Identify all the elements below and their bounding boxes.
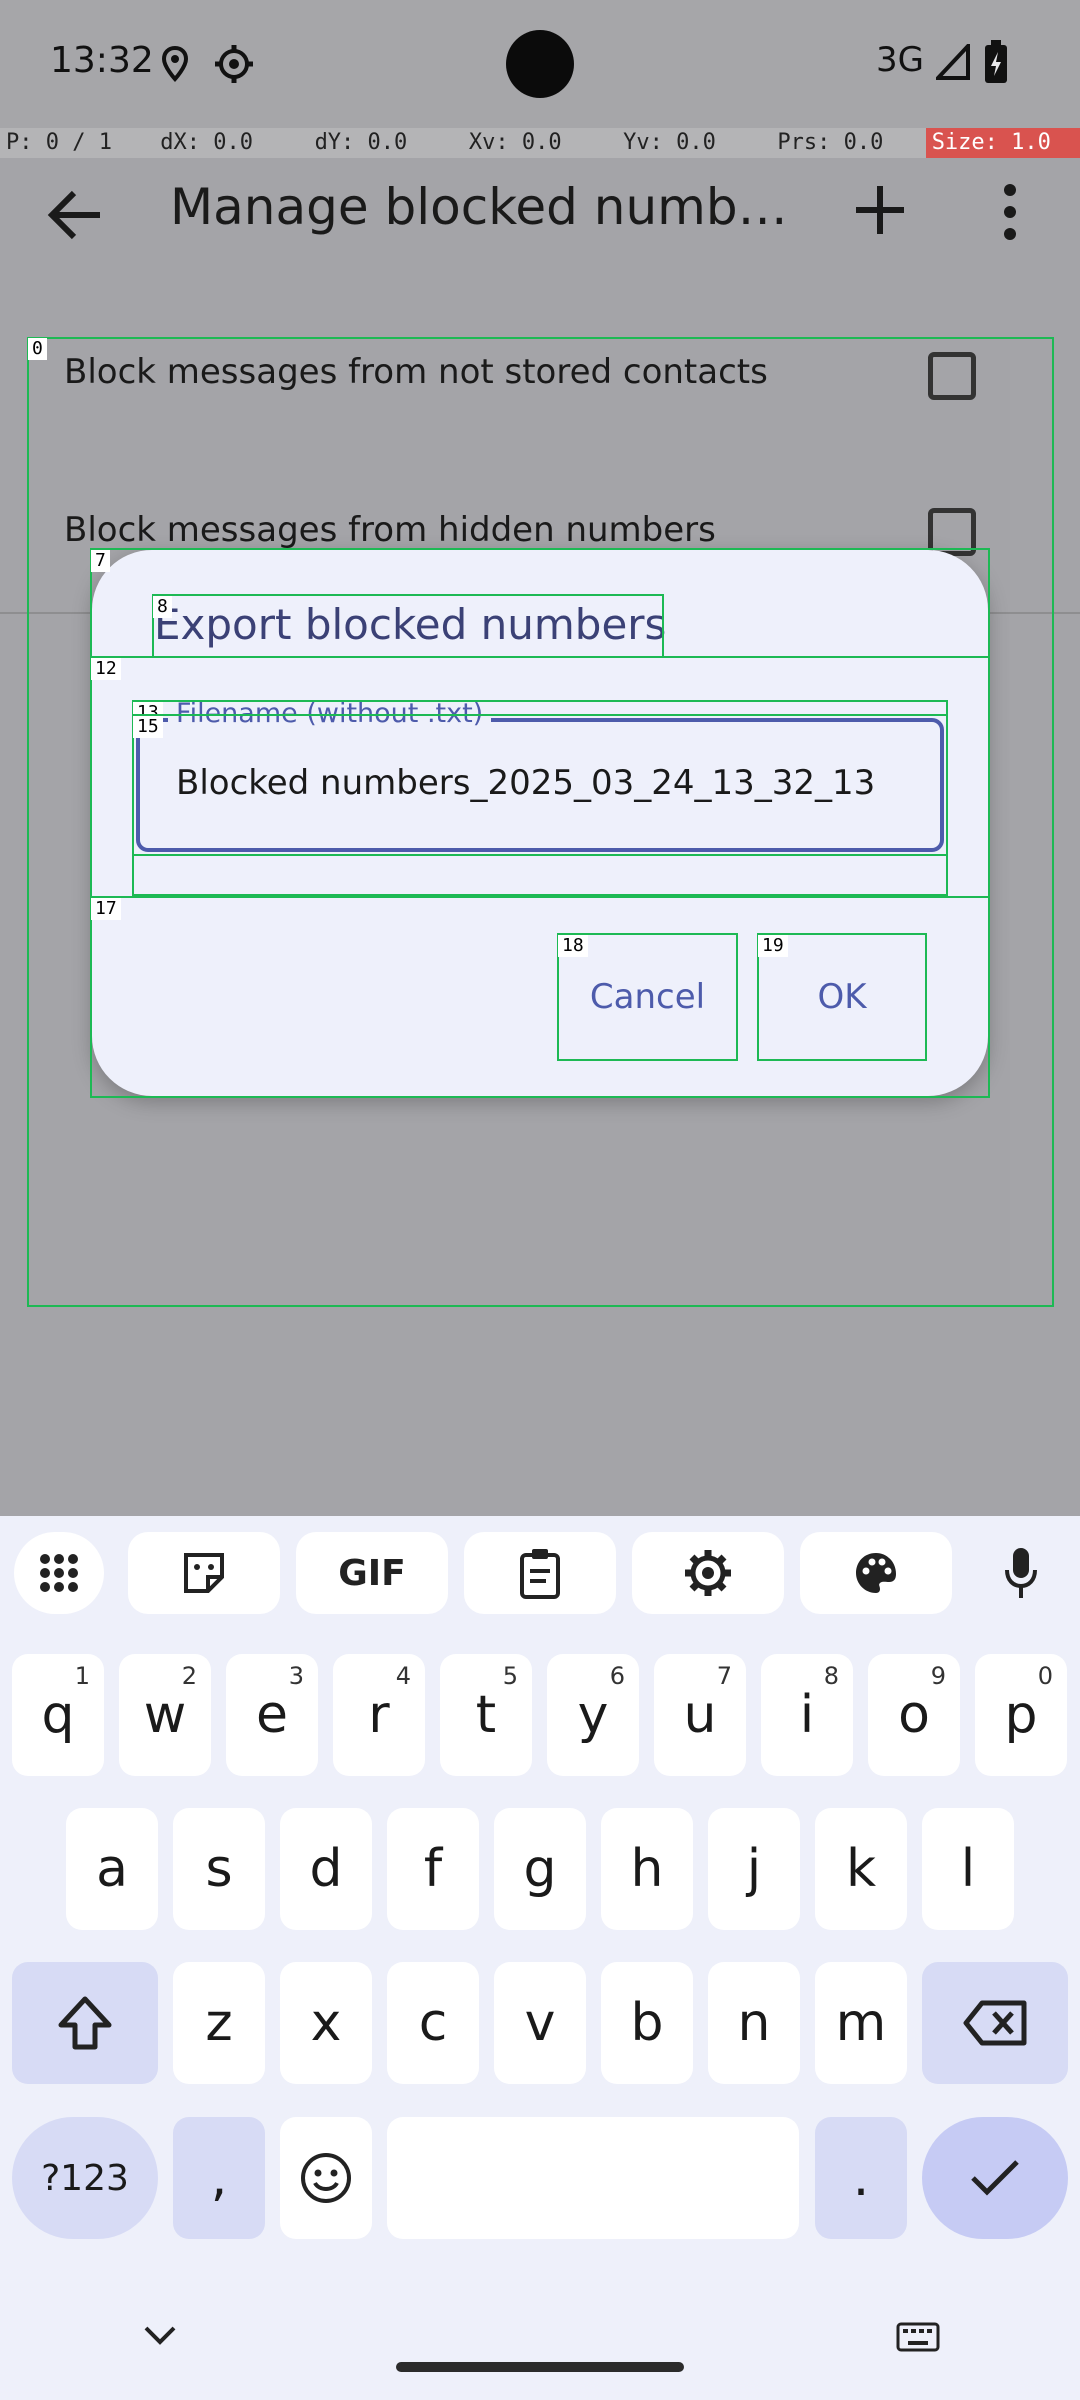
key-label: w: [143, 1685, 187, 1745]
arrow-back-icon[interactable]: [40, 185, 110, 245]
key-hint: 9: [930, 1662, 946, 1690]
key-m[interactable]: m: [815, 1962, 907, 2084]
key-j[interactable]: j: [708, 1808, 800, 1930]
key-s[interactable]: s: [173, 1808, 265, 1930]
location-icon: [160, 45, 190, 86]
debug-prs: Prs: 0.0: [777, 130, 884, 155]
key-hint: 3: [288, 1662, 304, 1690]
enter-key[interactable]: [922, 2117, 1068, 2239]
key-w[interactable]: w2: [119, 1654, 211, 1776]
key-label: q: [41, 1685, 75, 1745]
shift-key[interactable]: [12, 1962, 158, 2084]
page-title: Manage blocked numbers: [170, 178, 790, 236]
signal-icon: [933, 40, 970, 84]
debug-tag-19: 19: [758, 935, 788, 957]
chevron-down-icon[interactable]: [140, 2322, 180, 2354]
key-label: p: [1004, 1685, 1038, 1745]
key-label: u: [683, 1685, 717, 1745]
clipboard-icon[interactable]: [464, 1532, 616, 1614]
gif-button[interactable]: GIF: [296, 1532, 448, 1614]
key-label: o: [898, 1685, 930, 1745]
debug-box-15: [132, 714, 948, 856]
key-t[interactable]: t5: [440, 1654, 532, 1776]
key-hint: 4: [395, 1662, 411, 1690]
debug-yv: Yv: 0.0: [623, 130, 716, 155]
key-label: i: [799, 1685, 815, 1745]
debug-box-8: [152, 594, 664, 658]
debug-size: Size: 1.0: [925, 128, 1080, 158]
debug-tag-7: 7: [91, 550, 110, 572]
backspace-key[interactable]: [922, 1962, 1068, 2084]
key-hint: 6: [609, 1662, 625, 1690]
key-hint: 5: [502, 1662, 518, 1690]
comma-key[interactable]: ,: [173, 2117, 265, 2239]
key-v[interactable]: v: [494, 1962, 586, 2084]
key-c[interactable]: c: [387, 1962, 479, 2084]
key-label: r: [368, 1685, 390, 1745]
key-e[interactable]: e3: [226, 1654, 318, 1776]
soft-keyboard: [0, 1516, 1080, 2400]
key-hint: 1: [74, 1662, 90, 1690]
debug-xv: Xv: 0.0: [468, 130, 562, 155]
more-vert-icon[interactable]: [1000, 180, 1020, 244]
debug-tag-8: 8: [153, 596, 172, 618]
debug-dy: dY: 0.0: [314, 130, 408, 155]
palette-icon[interactable]: [800, 1532, 952, 1614]
emoji-key[interactable]: [280, 2117, 372, 2239]
debug-tag-15: 15: [133, 716, 163, 738]
key-y[interactable]: y6: [547, 1654, 639, 1776]
pointer-debug-bar: P: 0 / 1 dX: 0.0 dY: 0.0 Xv: 0.0 Yv: 0.0…: [0, 128, 1080, 158]
plus-icon[interactable]: [850, 180, 910, 240]
shift-icon: [58, 1996, 112, 2050]
key-hint: 2: [181, 1662, 197, 1690]
key-x[interactable]: x: [280, 1962, 372, 2084]
debug-tag-12: 12: [91, 658, 121, 680]
key-label: t: [475, 1685, 497, 1745]
key-o[interactable]: o9: [868, 1654, 960, 1776]
keyboard-switch-icon[interactable]: [896, 2322, 940, 2356]
apps-grid-icon[interactable]: [14, 1532, 104, 1614]
key-h[interactable]: h: [601, 1808, 693, 1930]
key-f[interactable]: f: [387, 1808, 479, 1930]
key-u[interactable]: u7: [654, 1654, 746, 1776]
key-g[interactable]: g: [494, 1808, 586, 1930]
sticker-icon[interactable]: [128, 1532, 280, 1614]
symbols-key[interactable]: ?123: [12, 2117, 158, 2239]
keyboard-settings-icon[interactable]: [632, 1532, 784, 1614]
network-type: 3G: [876, 40, 924, 80]
debug-tag-18: 18: [558, 935, 588, 957]
key-d[interactable]: d: [280, 1808, 372, 1930]
key-b[interactable]: b: [601, 1962, 693, 2084]
key-l[interactable]: l: [922, 1808, 1014, 1930]
battery-icon: [984, 40, 1008, 88]
period-key[interactable]: .: [815, 2117, 907, 2239]
camera-cutout: [506, 30, 574, 98]
debug-tag-17: 17: [91, 898, 121, 920]
home-gesture-handle[interactable]: [396, 2362, 684, 2372]
key-hint: 7: [716, 1662, 732, 1690]
emoji-icon: [301, 2153, 351, 2203]
key-i[interactable]: i8: [761, 1654, 853, 1776]
key-z[interactable]: z: [173, 1962, 265, 2084]
key-p[interactable]: p0: [975, 1654, 1067, 1776]
debug-tag-0: 0: [28, 338, 47, 360]
debug-dx: dX: 0.0: [160, 130, 253, 155]
checkmark-icon: [971, 2160, 1019, 2196]
key-k[interactable]: k: [815, 1808, 907, 1930]
key-label: y: [577, 1685, 609, 1745]
mic-icon[interactable]: [976, 1532, 1066, 1614]
settings-icon: [214, 44, 254, 88]
key-r[interactable]: r4: [333, 1654, 425, 1776]
key-label: e: [256, 1685, 288, 1745]
key-hint: 0: [1037, 1662, 1053, 1690]
status-time: 13:32: [50, 40, 154, 81]
key-hint: 8: [823, 1662, 839, 1690]
key-n[interactable]: n: [708, 1962, 800, 2084]
backspace-icon: [963, 2000, 1027, 2046]
key-q[interactable]: q1: [12, 1654, 104, 1776]
key-a[interactable]: a: [66, 1808, 158, 1930]
debug-pointer: P: 0 / 1: [6, 130, 112, 155]
space-key[interactable]: [387, 2117, 799, 2239]
